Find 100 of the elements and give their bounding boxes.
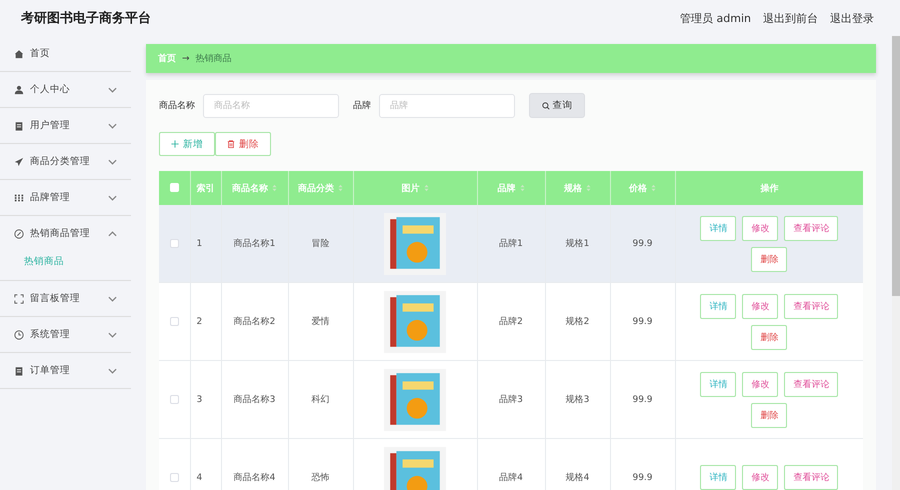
info-action-button[interactable]: 详情 [700, 465, 736, 490]
sort-icon[interactable] [338, 184, 343, 192]
clipboard-icon [14, 366, 24, 376]
info-action-button[interactable]: 详情 [700, 372, 736, 396]
info-action-button[interactable]: 详情 [700, 294, 736, 318]
table-cell: 规格2 [566, 317, 590, 327]
field-label: 品牌 [353, 100, 371, 112]
sidebar-item[interactable]: 品牌管理 [0, 180, 131, 215]
sort-icon[interactable] [272, 184, 277, 192]
book-cover-placeholder [384, 368, 446, 430]
edit-action-button[interactable]: 修改 [742, 294, 778, 318]
table-row[interactable]: 3 商品名称3 科幻 品牌3 规格3 99.9 详情 修改 查看评论 删除 [159, 360, 863, 438]
table-cell: 3 [196, 394, 202, 404]
table-cell: 品牌2 [499, 317, 523, 327]
table-cell: 商品名称1 [234, 239, 276, 249]
clock-icon [14, 330, 24, 340]
table-cell: 1 [196, 238, 202, 248]
plus-icon [171, 140, 179, 148]
row-checkbox[interactable] [170, 472, 179, 482]
table-row[interactable]: 1 商品名称1 冒险 品牌1 规格1 99.9 详情 修改 查看评论 删除 [159, 205, 863, 282]
delete-action-button[interactable]: 删除 [751, 246, 788, 272]
column-header: 规格 [564, 182, 582, 194]
table-cell: 99.9 [632, 472, 653, 482]
column-header: 操作 [760, 182, 778, 194]
edit-action-button[interactable]: 修改 [742, 465, 778, 490]
sidebar-item[interactable]: 商品分类管理 [0, 144, 131, 179]
breadcrumb-arrow: → [182, 54, 190, 64]
table-cell: 品牌4 [499, 473, 523, 483]
info-action-button[interactable]: 详情 [700, 216, 736, 240]
table-cell: 99.9 [632, 394, 653, 404]
sidebar-item[interactable]: 热销商品管理 [0, 216, 131, 251]
table-cell: 爱情 [312, 317, 330, 327]
search-field[interactable]: 品牌 [379, 94, 515, 118]
book-cover-placeholder [384, 212, 446, 274]
select-all-checkbox[interactable] [170, 183, 179, 192]
clipboard-icon [14, 120, 24, 130]
sidebar-item[interactable]: 首页 [0, 36, 131, 71]
search-field[interactable]: 商品名称 [203, 94, 339, 118]
column-header: 品牌 [498, 182, 516, 194]
plane-icon [14, 156, 24, 166]
edit-action-button[interactable]: 修改 [742, 216, 778, 240]
add-button[interactable]: 新增 [159, 132, 215, 156]
column-header: 商品分类 [298, 182, 334, 194]
table-cell: 规格4 [566, 473, 590, 483]
home-icon [14, 48, 24, 58]
sidebar-item[interactable]: 用户管理 [0, 108, 131, 143]
delete-action-button[interactable]: 删除 [751, 402, 788, 428]
sidebar-item[interactable]: 订单管理 [0, 353, 131, 388]
header-link[interactable]: 退出到前台 [763, 10, 818, 26]
table-cell: 99.9 [632, 238, 653, 248]
sidebar-item[interactable]: 系统管理 [0, 317, 131, 352]
header-link[interactable]: 管理员 admin [680, 10, 751, 26]
sort-icon[interactable] [651, 184, 656, 192]
table-cell: 商品名称3 [234, 395, 276, 405]
book-cover-placeholder [384, 446, 446, 490]
compass-icon [14, 228, 24, 238]
edit-action-button[interactable]: 查看评论 [784, 216, 838, 240]
table-cell: 规格3 [566, 395, 590, 405]
sort-icon[interactable] [424, 184, 428, 192]
table-cell: 99.9 [632, 316, 653, 326]
row-checkbox[interactable] [170, 316, 179, 326]
table-cell: 2 [196, 316, 202, 326]
table-cell: 科幻 [312, 395, 330, 405]
book-cover-placeholder [384, 290, 446, 352]
table-cell: 品牌1 [499, 239, 523, 249]
delete-action-button[interactable]: 删除 [751, 324, 788, 350]
table-cell: 商品名称4 [234, 473, 276, 483]
search-button[interactable]: 查询 [529, 93, 585, 118]
column-header: 价格 [629, 182, 647, 194]
table-cell: 4 [196, 472, 202, 482]
row-checkbox[interactable] [170, 394, 179, 404]
edit-action-button[interactable]: 查看评论 [784, 372, 838, 396]
table-cell: 冒险 [312, 239, 330, 249]
brackets-icon [14, 294, 24, 304]
column-header: 商品名称 [232, 182, 268, 194]
delete-button[interactable]: 删除 [215, 132, 271, 156]
column-header: 图片 [402, 182, 420, 194]
breadcrumb-current: 热销商品 [196, 52, 232, 65]
row-checkbox[interactable] [170, 238, 179, 248]
app-title: 考研图书电子商务平台 [21, 10, 151, 27]
table-row[interactable]: 4 商品名称4 恐怖 品牌4 规格4 99.9 详情 修改 查看评论 [159, 438, 863, 490]
column-header: 索引 [196, 182, 214, 194]
sidebar-item[interactable]: 个人中心 [0, 72, 131, 107]
edit-action-button[interactable]: 查看评论 [784, 294, 838, 318]
trash-icon [227, 140, 235, 148]
table-cell: 品牌3 [499, 395, 523, 405]
field-label: 商品名称 [159, 100, 195, 112]
table-cell: 恐怖 [312, 473, 330, 483]
edit-action-button[interactable]: 查看评论 [784, 465, 838, 490]
sort-icon[interactable] [520, 184, 524, 192]
edit-action-button[interactable]: 修改 [742, 372, 778, 396]
sidebar-subitem[interactable]: 热销商品 [0, 251, 131, 280]
grid-icon [14, 192, 24, 202]
search-icon [542, 102, 550, 110]
scrollbar-thumb[interactable] [892, 36, 900, 296]
sidebar-item[interactable]: 留言板管理 [0, 281, 131, 316]
sort-icon[interactable] [586, 184, 591, 192]
person-icon [14, 84, 24, 94]
table-row[interactable]: 2 商品名称2 爱情 品牌2 规格2 99.9 详情 修改 查看评论 删除 [159, 282, 863, 360]
header-link[interactable]: 退出登录 [830, 10, 874, 26]
